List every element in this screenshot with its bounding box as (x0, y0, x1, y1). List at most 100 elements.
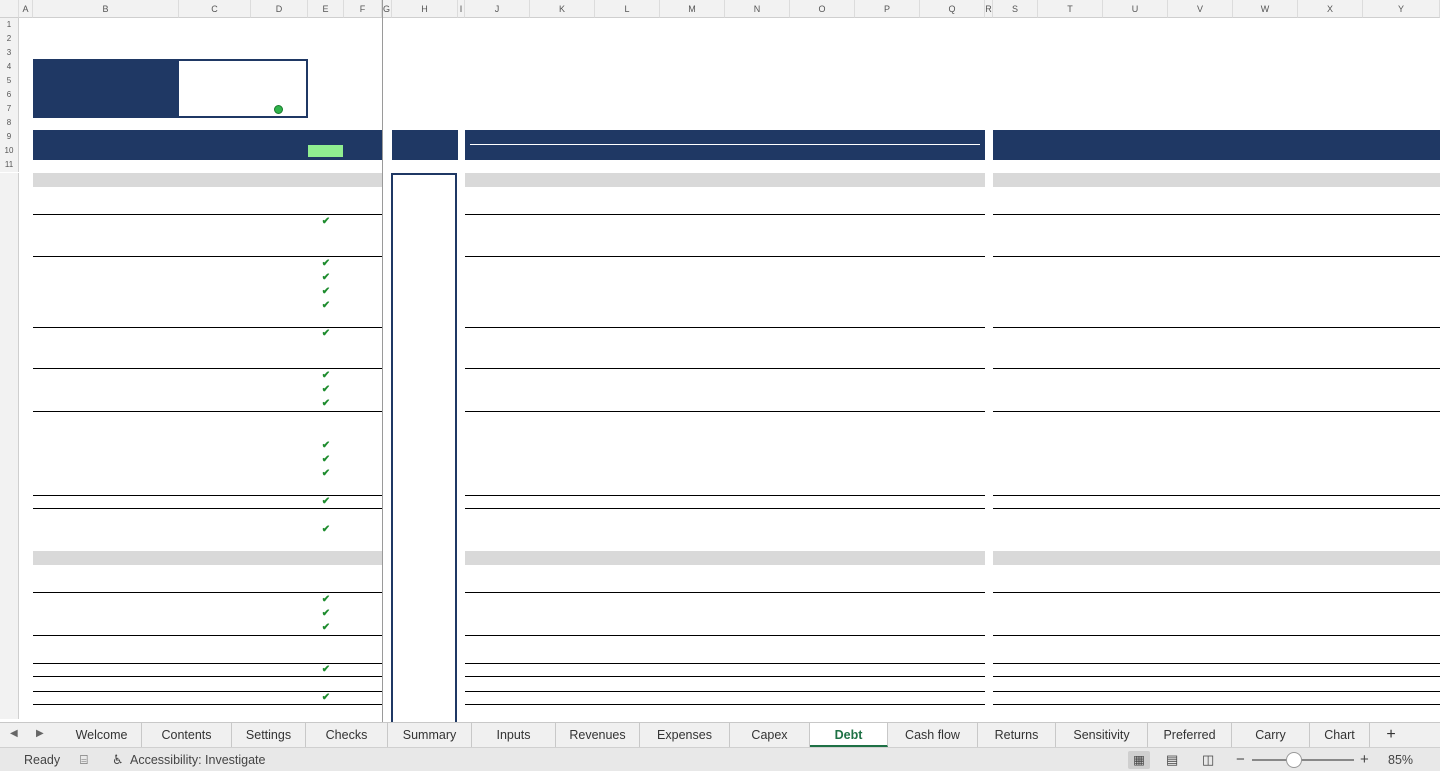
column-header[interactable]: H (392, 0, 458, 18)
month-value[interactable] (1038, 635, 1093, 649)
month-value[interactable] (1363, 691, 1430, 705)
year-value[interactable] (790, 691, 849, 705)
month-value[interactable] (1363, 593, 1430, 607)
month-value[interactable] (1363, 397, 1430, 411)
month-value[interactable] (1168, 663, 1223, 677)
column-header[interactable]: Q (920, 0, 985, 18)
month-value[interactable] (1233, 355, 1288, 369)
row-header[interactable] (0, 341, 19, 355)
row-header[interactable] (0, 481, 19, 495)
month-value[interactable] (1103, 593, 1158, 607)
month-value[interactable] (1298, 691, 1353, 705)
month-value[interactable] (1038, 621, 1093, 635)
sheet-tab-chart[interactable]: Chart (1310, 723, 1370, 747)
month-value[interactable] (1363, 383, 1430, 397)
year-value[interactable] (920, 369, 979, 383)
month-value[interactable] (1298, 621, 1353, 635)
row-header[interactable] (0, 397, 19, 411)
year-value[interactable] (660, 663, 719, 677)
year-value[interactable] (790, 579, 849, 593)
sheet-tab-sensitivity[interactable]: Sensitivity (1056, 723, 1148, 747)
month-value[interactable] (1233, 523, 1288, 537)
year-value[interactable] (920, 663, 979, 677)
year-value[interactable] (530, 383, 589, 397)
year-value[interactable] (725, 411, 784, 425)
zoom-in-button[interactable]: + (1360, 748, 1369, 772)
month-value[interactable] (1363, 523, 1430, 537)
column-header[interactable]: D (251, 0, 308, 18)
sheet-tab-summary[interactable]: Summary (388, 723, 472, 747)
month-value[interactable] (1233, 579, 1288, 593)
row-header[interactable] (0, 257, 19, 271)
month-value[interactable] (1168, 579, 1223, 593)
month-value[interactable] (1168, 383, 1223, 397)
year-value[interactable] (855, 607, 914, 621)
row-header[interactable] (0, 579, 19, 593)
month-value[interactable] (1103, 635, 1158, 649)
month-value[interactable] (1233, 299, 1288, 313)
row-header[interactable] (0, 411, 19, 425)
year-value[interactable] (920, 439, 979, 453)
year-value[interactable] (790, 439, 849, 453)
month-value[interactable] (1233, 369, 1288, 383)
row-header[interactable] (0, 663, 19, 677)
month-value[interactable] (1038, 523, 1093, 537)
month-value[interactable] (1298, 523, 1353, 537)
column-header[interactable]: T (1038, 0, 1103, 18)
year-value[interactable] (465, 439, 524, 453)
year-value[interactable] (855, 327, 914, 341)
sheet-tab-preferred[interactable]: Preferred (1148, 723, 1232, 747)
year-value[interactable] (595, 327, 654, 341)
column-header[interactable]: G (382, 0, 392, 18)
const1-value[interactable] (179, 439, 251, 453)
row-header[interactable] (0, 439, 19, 453)
month-value[interactable] (1038, 593, 1093, 607)
const2-value[interactable] (251, 383, 308, 397)
year-value[interactable] (920, 621, 979, 635)
month-value[interactable] (1103, 691, 1158, 705)
year-value[interactable] (725, 215, 784, 229)
column-header[interactable]: S (993, 0, 1038, 18)
month-value[interactable] (1168, 607, 1223, 621)
year-value[interactable] (660, 453, 719, 467)
year-value[interactable] (530, 691, 589, 705)
row-header[interactable] (0, 453, 19, 467)
year-value[interactable] (920, 383, 979, 397)
row-header[interactable] (0, 327, 19, 341)
year-value[interactable] (725, 467, 784, 481)
year-value[interactable] (660, 299, 719, 313)
month-value[interactable] (1168, 495, 1223, 509)
year-value[interactable] (855, 579, 914, 593)
row-header[interactable] (0, 509, 19, 523)
month-value[interactable] (1298, 467, 1353, 481)
row-header[interactable] (0, 565, 19, 579)
year-value[interactable] (465, 285, 524, 299)
year-value[interactable] (725, 579, 784, 593)
year-value[interactable] (790, 257, 849, 271)
page-layout-icon[interactable]: ▤ (1166, 748, 1178, 772)
year-value[interactable] (855, 495, 914, 509)
year-value[interactable] (660, 635, 719, 649)
month-value[interactable] (1103, 215, 1158, 229)
sheet-tab-capex[interactable]: Capex (730, 723, 810, 747)
month-value[interactable] (1103, 271, 1158, 285)
file-check-status-icon[interactable] (274, 105, 283, 114)
row-header[interactable] (0, 537, 19, 551)
year-value[interactable] (465, 215, 524, 229)
year-value[interactable] (530, 593, 589, 607)
year-value[interactable] (660, 285, 719, 299)
row-header[interactable] (0, 383, 19, 397)
const1-value[interactable] (179, 453, 251, 467)
year-value[interactable] (790, 327, 849, 341)
month-value[interactable] (1363, 439, 1430, 453)
month-value[interactable] (1298, 285, 1353, 299)
row-header[interactable] (0, 607, 19, 621)
month-value[interactable] (1363, 607, 1430, 621)
year-value[interactable] (660, 593, 719, 607)
year-value[interactable] (530, 439, 589, 453)
year-value[interactable] (465, 579, 524, 593)
year-value[interactable] (725, 285, 784, 299)
year-value[interactable] (855, 453, 914, 467)
row-header[interactable] (0, 677, 19, 691)
row-header[interactable] (0, 635, 19, 649)
